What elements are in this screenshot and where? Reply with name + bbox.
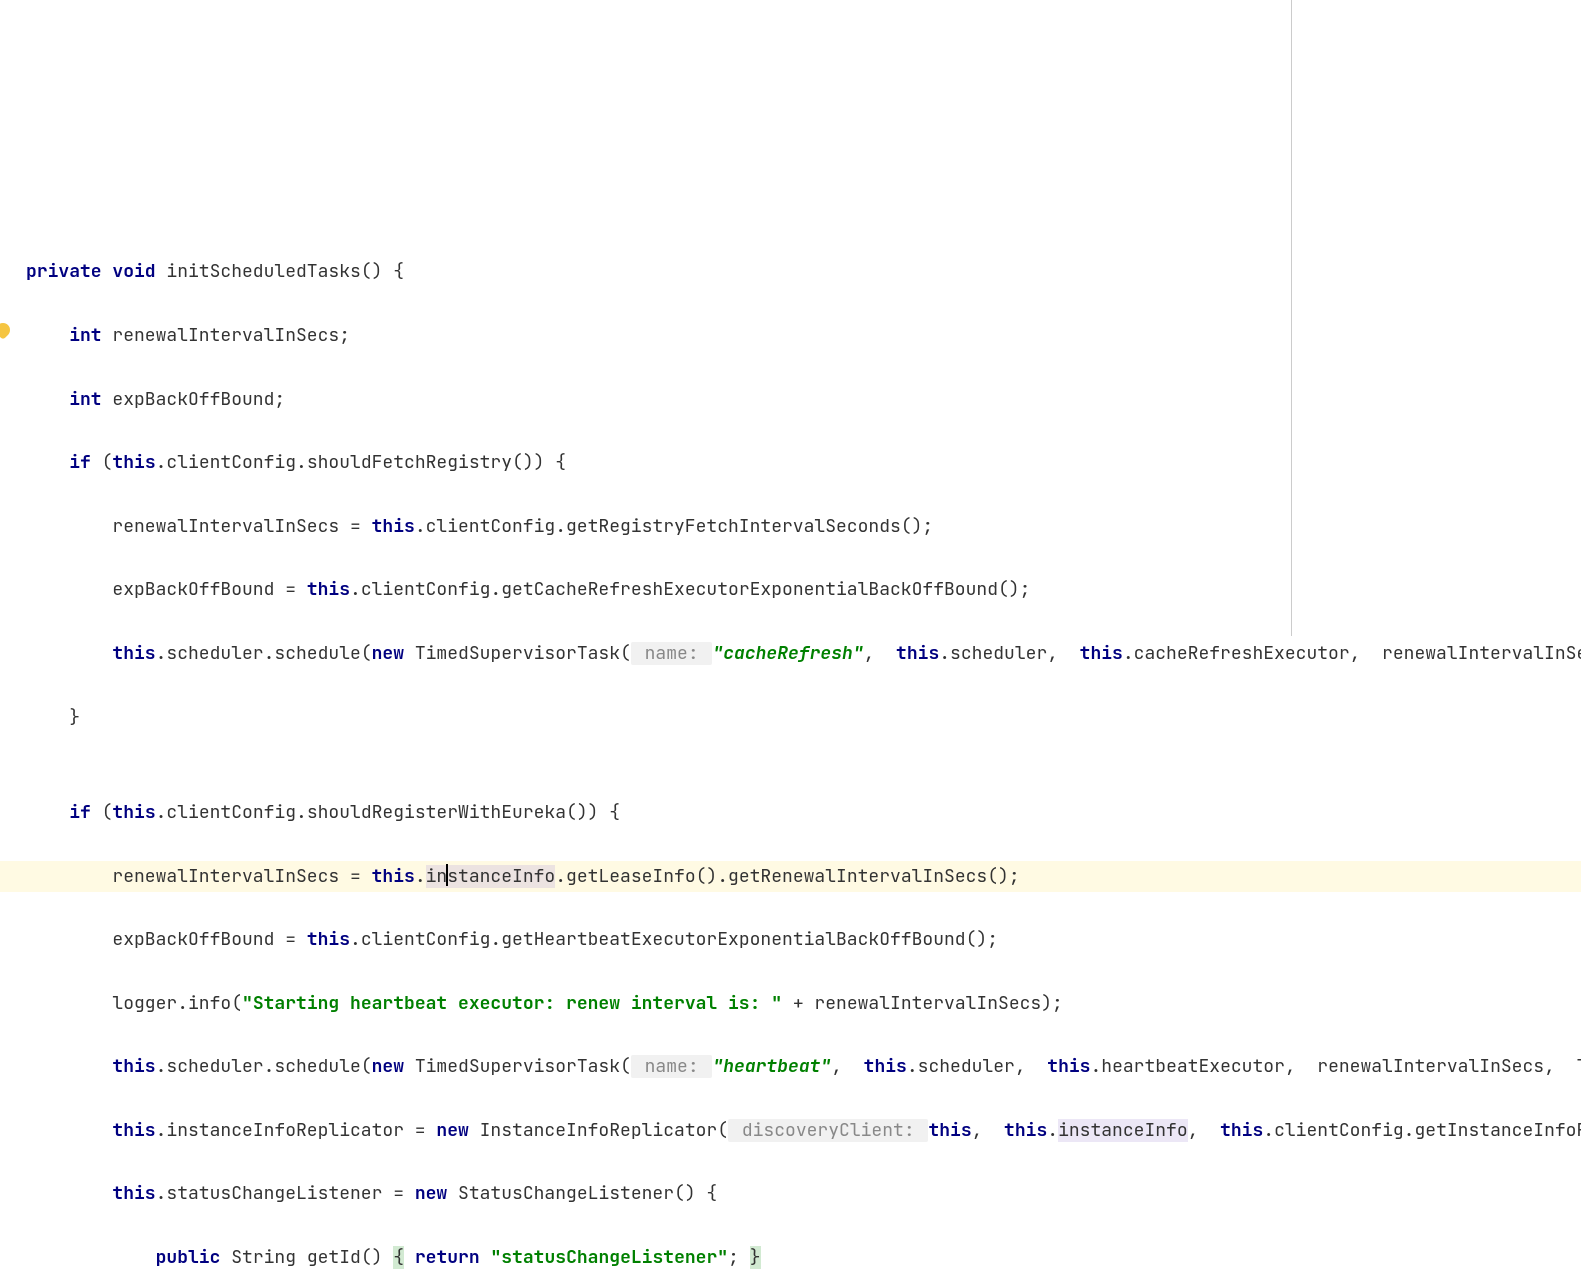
code-line: private void initScheduledTasks() { <box>0 256 1581 288</box>
code-line: logger.info("Starting heartbeat executor… <box>0 988 1581 1020</box>
code-line: public String getId() { return "statusCh… <box>0 1242 1581 1272</box>
parameter-hint: discoveryClient: <box>728 1119 928 1142</box>
code-line: if (this.clientConfig.shouldFetchRegistr… <box>0 447 1581 479</box>
code-line: this.scheduler.schedule(new TimedSupervi… <box>0 638 1581 670</box>
code-line: } <box>0 702 1581 734</box>
identifier-usage: instanceInfo <box>426 865 556 888</box>
code-line: expBackOffBound = this.clientConfig.getH… <box>0 924 1581 956</box>
current-line: renewalIntervalInSecs = this.instanceInf… <box>0 861 1581 893</box>
code-line: int expBackOffBound; <box>0 384 1581 416</box>
code-line: renewalIntervalInSecs = this.clientConfi… <box>0 511 1581 543</box>
parameter-hint: name: <box>631 1055 713 1078</box>
text-caret <box>446 864 448 886</box>
code-line: this.scheduler.schedule(new TimedSupervi… <box>0 1051 1581 1083</box>
code-line: this.instanceInfoReplicator = new Instan… <box>0 1115 1581 1147</box>
identifier-usage: instanceInfo <box>1058 1119 1188 1142</box>
code-line: expBackOffBound = this.clientConfig.getC… <box>0 574 1581 606</box>
code-line: int renewalIntervalInSecs; <box>0 320 1581 352</box>
code-editor[interactable]: private void initScheduledTasks() { int … <box>0 223 1581 1272</box>
parameter-hint: name: <box>631 642 713 665</box>
code-line: if (this.clientConfig.shouldRegisterWith… <box>0 797 1581 829</box>
code-line: this.statusChangeListener = new StatusCh… <box>0 1178 1581 1210</box>
